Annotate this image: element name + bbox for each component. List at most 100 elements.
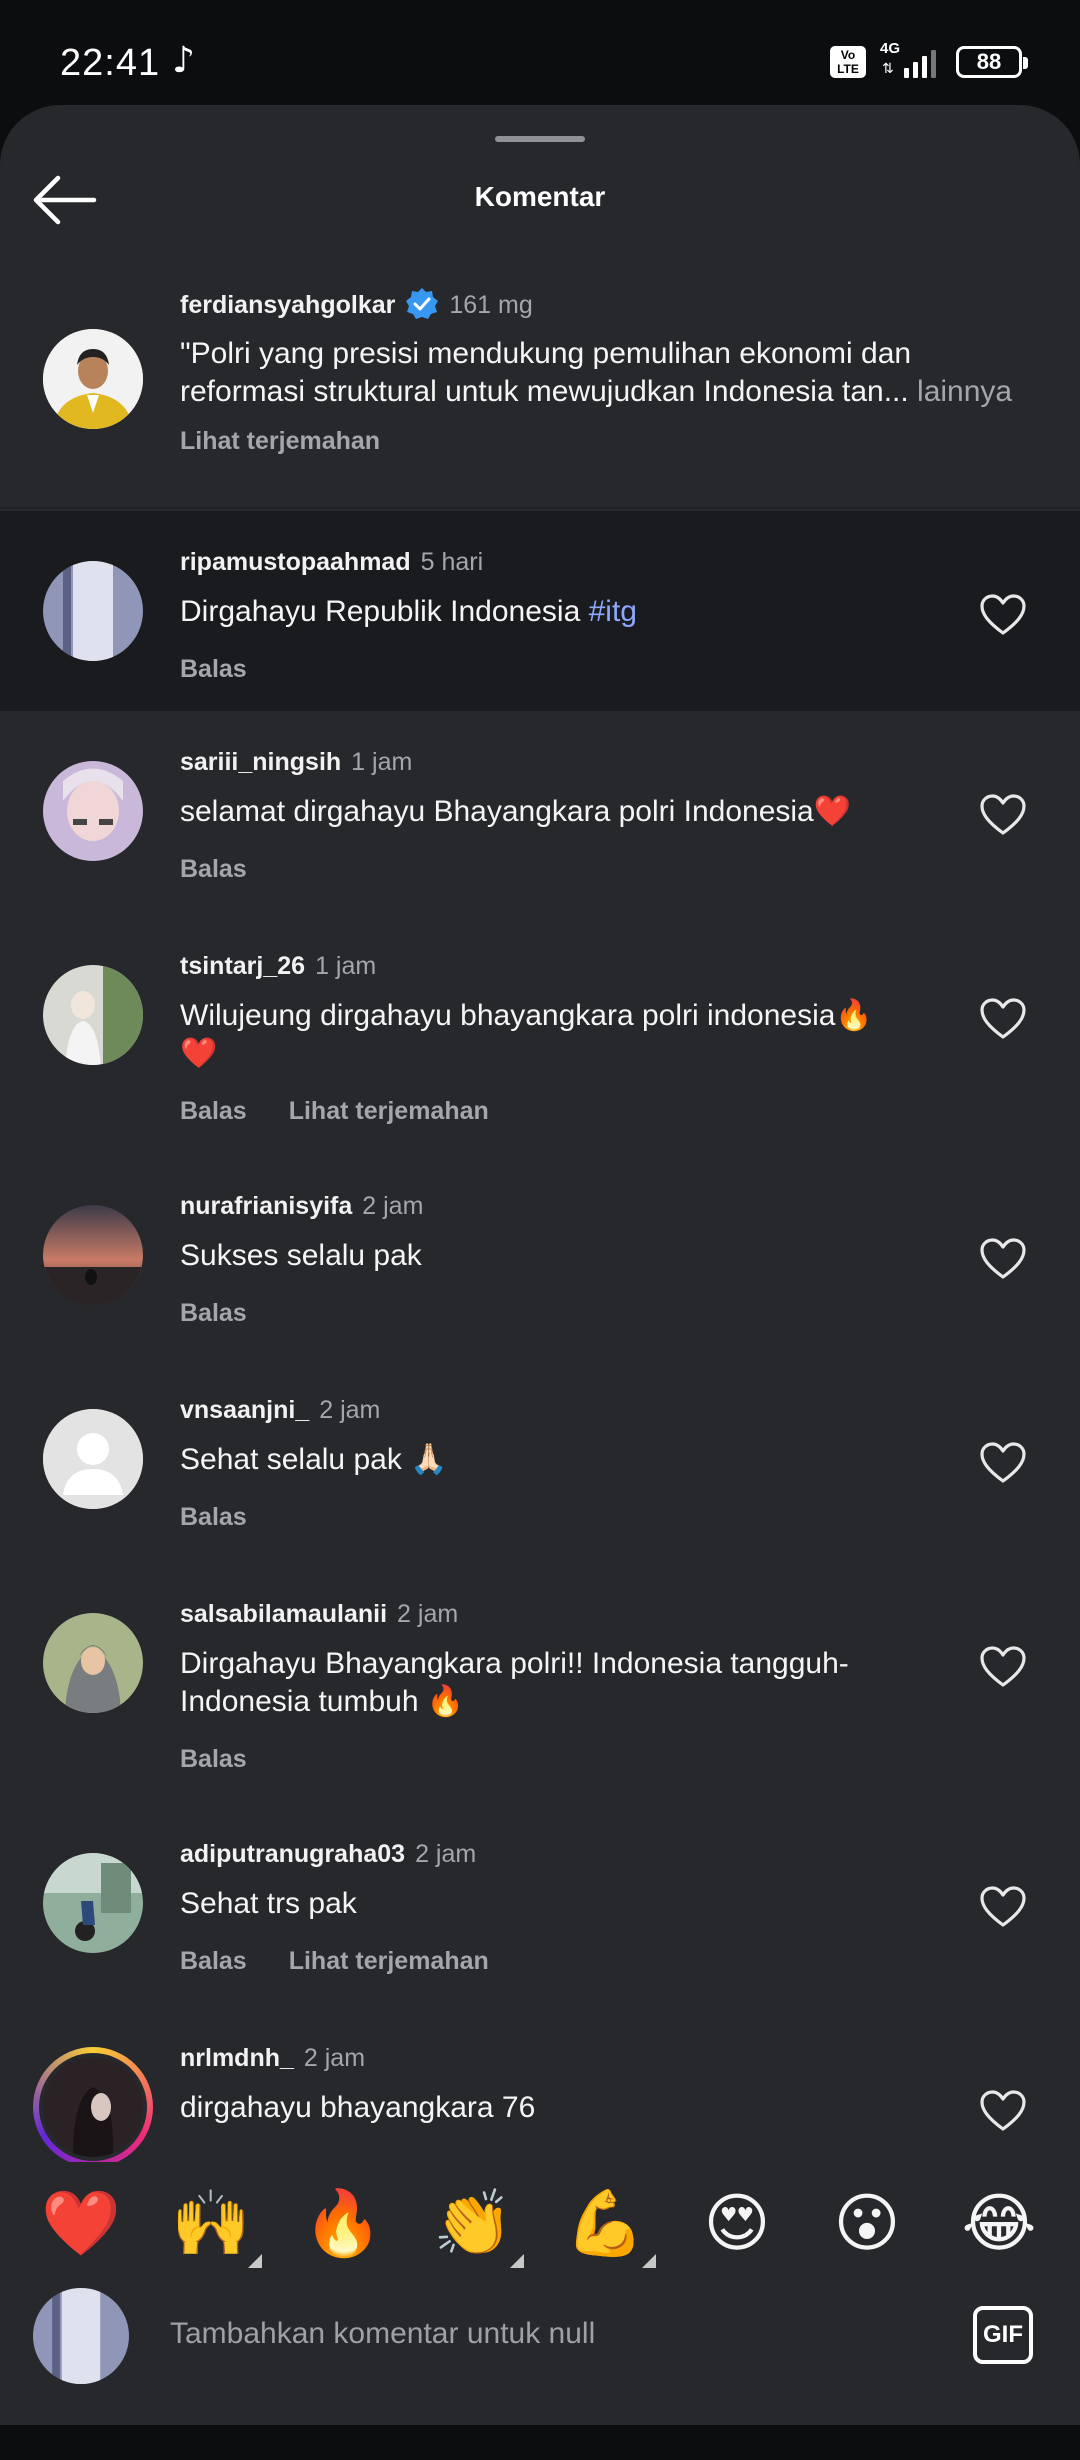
reply-button[interactable]: Balas bbox=[180, 655, 247, 683]
reaction-joy[interactable]: 😂 bbox=[954, 2186, 1044, 2262]
caption-username[interactable]: ferdiansyahgolkar bbox=[180, 291, 395, 319]
comment-actions: Balas Lihat terjemahan bbox=[180, 1097, 489, 1126]
avatar[interactable] bbox=[43, 329, 143, 429]
avatar[interactable] bbox=[43, 965, 143, 1065]
comment-time: 2 jam bbox=[319, 1396, 381, 1424]
caption-header: ferdiansyahgolkar 161 mg bbox=[180, 287, 533, 321]
avatar[interactable] bbox=[43, 761, 143, 861]
comment-username[interactable]: adiputranugraha03 bbox=[180, 1840, 405, 1868]
comment-text: selamat dirgahayu Bhayangkara polri Indo… bbox=[180, 795, 852, 828]
comment-text: Dirgahayu Republik Indonesia #itg bbox=[180, 593, 970, 631]
caption-actions: Lihat terjemahan bbox=[180, 427, 380, 456]
like-heart-icon[interactable] bbox=[980, 1238, 1026, 1280]
comment-time: 1 jam bbox=[315, 952, 377, 980]
reply-button[interactable]: Balas bbox=[180, 1745, 247, 1773]
avatar[interactable] bbox=[43, 561, 143, 661]
comment-time: 2 jam bbox=[362, 1192, 424, 1220]
comment-body: Wilujeung dirgahayu bhayangkara polri in… bbox=[180, 999, 873, 1032]
reply-button[interactable]: Balas bbox=[180, 855, 247, 883]
comment-item: sariii_ningsih 1 jam selamat dirgahayu Bh… bbox=[0, 711, 1080, 915]
like-heart-icon[interactable] bbox=[980, 998, 1026, 1040]
see-translation-link[interactable]: Lihat terjemahan bbox=[289, 1947, 489, 1975]
avatar[interactable] bbox=[43, 1205, 143, 1305]
like-heart-icon[interactable] bbox=[980, 2090, 1026, 2132]
comment-actions: Balas bbox=[180, 1745, 247, 1774]
comment-actions: Balas bbox=[180, 1503, 247, 1532]
comment-time: 2 jam bbox=[397, 1600, 459, 1628]
tiktok-notification-icon: ♪ bbox=[172, 40, 195, 81]
comment-actions: Balas bbox=[180, 1299, 247, 1328]
verified-badge-icon bbox=[406, 288, 439, 319]
comment-body: Dirgahayu Republik Indonesia bbox=[180, 595, 589, 628]
comment-item: ripamustopaahmad 5 hari Dirgahayu Republi… bbox=[0, 511, 1080, 711]
reaction-fire[interactable]: 🔥 bbox=[298, 2186, 388, 2262]
caption-text-line: "Polri yang presisi mendukung pemulihan … bbox=[180, 337, 912, 370]
comment-actions: Balas Lihat terjemahan bbox=[180, 1947, 489, 1976]
reaction-raised-hands[interactable]: 🙌 bbox=[166, 2186, 262, 2268]
reply-button[interactable]: Balas bbox=[180, 1299, 247, 1327]
see-translation-link[interactable]: Lihat terjemahan bbox=[180, 427, 380, 455]
reaction-clap[interactable]: 👏 bbox=[428, 2186, 524, 2268]
comment-username[interactable]: vnsaanjni_ bbox=[180, 1396, 309, 1424]
hashtag-link[interactable]: #itg bbox=[589, 595, 637, 628]
post-caption: ferdiansyahgolkar 161 mg "Polri yang pres… bbox=[0, 257, 1080, 509]
reaction-heart[interactable]: ❤️ bbox=[36, 2186, 126, 2262]
comment-username[interactable]: salsabilamaulanii bbox=[180, 1600, 387, 1628]
comment-text: Wilujeung dirgahayu bhayangkara polri in… bbox=[180, 997, 970, 1073]
more-link[interactable]: lainnya bbox=[909, 375, 1012, 408]
comment-item: nrlmdnh_ 2 jam dirgahayu bhayangkara 76 bbox=[0, 2007, 1080, 2162]
page-title: Komentar bbox=[474, 181, 606, 212]
comment-header: nrlmdnh_ 2 jam bbox=[180, 2044, 365, 2073]
comment-header: ripamustopaahmad 5 hari bbox=[180, 548, 483, 577]
signal-icon: 4G ⇅ bbox=[880, 40, 942, 78]
see-translation-link[interactable]: Lihat terjemahan bbox=[289, 1097, 489, 1125]
reaction-emoji: 👏 bbox=[433, 2187, 513, 2261]
caption-text-line: reformasi struktural untuk mewujudkan In… bbox=[180, 375, 909, 408]
default-avatar-icon[interactable] bbox=[43, 1409, 143, 1509]
reaction-muscle[interactable]: 💪 bbox=[560, 2186, 656, 2268]
comment-item: tsintarj_26 1 jam Wilujeung dirgahayu bha… bbox=[0, 915, 1080, 1155]
comment-username[interactable]: nrlmdnh_ bbox=[180, 2044, 294, 2072]
comment-username[interactable]: nurafrianisyifa bbox=[180, 1192, 352, 1220]
caption-text: "Polri yang presisi mendukung pemulihan … bbox=[180, 335, 1060, 411]
comment-input[interactable]: Tambahkan komentar untuk null bbox=[170, 2317, 595, 2351]
comment-text: dirgahayu bhayangkara 76 bbox=[180, 2091, 536, 2124]
reply-button[interactable]: Balas bbox=[180, 1503, 247, 1531]
drag-handle[interactable] bbox=[495, 136, 585, 142]
status-bar: 22:41 ♪ Vo LTE 4G ⇅ 88 bbox=[0, 0, 1080, 105]
network-type-label: 4G bbox=[880, 40, 901, 57]
comment-body: Indonesia tumbuh 🔥 bbox=[180, 1685, 465, 1718]
reaction-wow[interactable]: 😮 bbox=[822, 2186, 912, 2262]
status-time: 22:41 bbox=[60, 42, 161, 84]
current-user-avatar bbox=[33, 2288, 129, 2384]
comment-time: 2 jam bbox=[415, 1840, 477, 1868]
like-heart-icon[interactable] bbox=[980, 794, 1026, 836]
avatar[interactable] bbox=[43, 1853, 143, 1953]
like-heart-icon[interactable] bbox=[980, 1886, 1026, 1928]
comment-item: nurafrianisyifa 2 jam Sukses selalu pak B… bbox=[0, 1155, 1080, 1359]
comment-text: Sukses selalu pak bbox=[180, 1239, 422, 1272]
like-heart-icon[interactable] bbox=[980, 1646, 1026, 1688]
comment-header: sariii_ningsih 1 jam bbox=[180, 748, 412, 777]
comment-item: adiputranugraha03 2 jam Sehat trs pak Bal… bbox=[0, 1803, 1080, 2007]
comment-username[interactable]: ripamustopaahmad bbox=[180, 548, 411, 576]
like-heart-icon[interactable] bbox=[980, 594, 1026, 636]
comment-header: adiputranugraha03 2 jam bbox=[180, 1840, 476, 1869]
comment-body: ❤️ bbox=[180, 1037, 218, 1070]
comment-item: vnsaanjni_ 2 jam Sehat selalu pak 🙏🏻 Bala… bbox=[0, 1359, 1080, 1563]
story-avatar[interactable] bbox=[33, 2047, 153, 2162]
gif-button[interactable]: GIF bbox=[973, 2306, 1033, 2364]
comment-item: salsabilamaulanii 2 jam Dirgahayu Bhayang… bbox=[0, 1563, 1080, 1803]
avatar[interactable] bbox=[43, 1613, 143, 1713]
comment-username[interactable]: tsintarj_26 bbox=[180, 952, 305, 980]
status-icons: Vo LTE 4G ⇅ 88 bbox=[830, 40, 1028, 78]
reaction-heart-eyes[interactable]: 😍 bbox=[692, 2186, 782, 2262]
battery-icon: 88 bbox=[956, 46, 1028, 78]
reply-button[interactable]: Balas bbox=[180, 1097, 247, 1125]
caption-time: 161 mg bbox=[449, 291, 533, 319]
comment-username[interactable]: sariii_ningsih bbox=[180, 748, 341, 776]
like-heart-icon[interactable] bbox=[980, 1442, 1026, 1484]
comment-time: 1 jam bbox=[351, 748, 413, 776]
comment-actions: Balas bbox=[180, 855, 247, 884]
reply-button[interactable]: Balas bbox=[180, 1947, 247, 1975]
